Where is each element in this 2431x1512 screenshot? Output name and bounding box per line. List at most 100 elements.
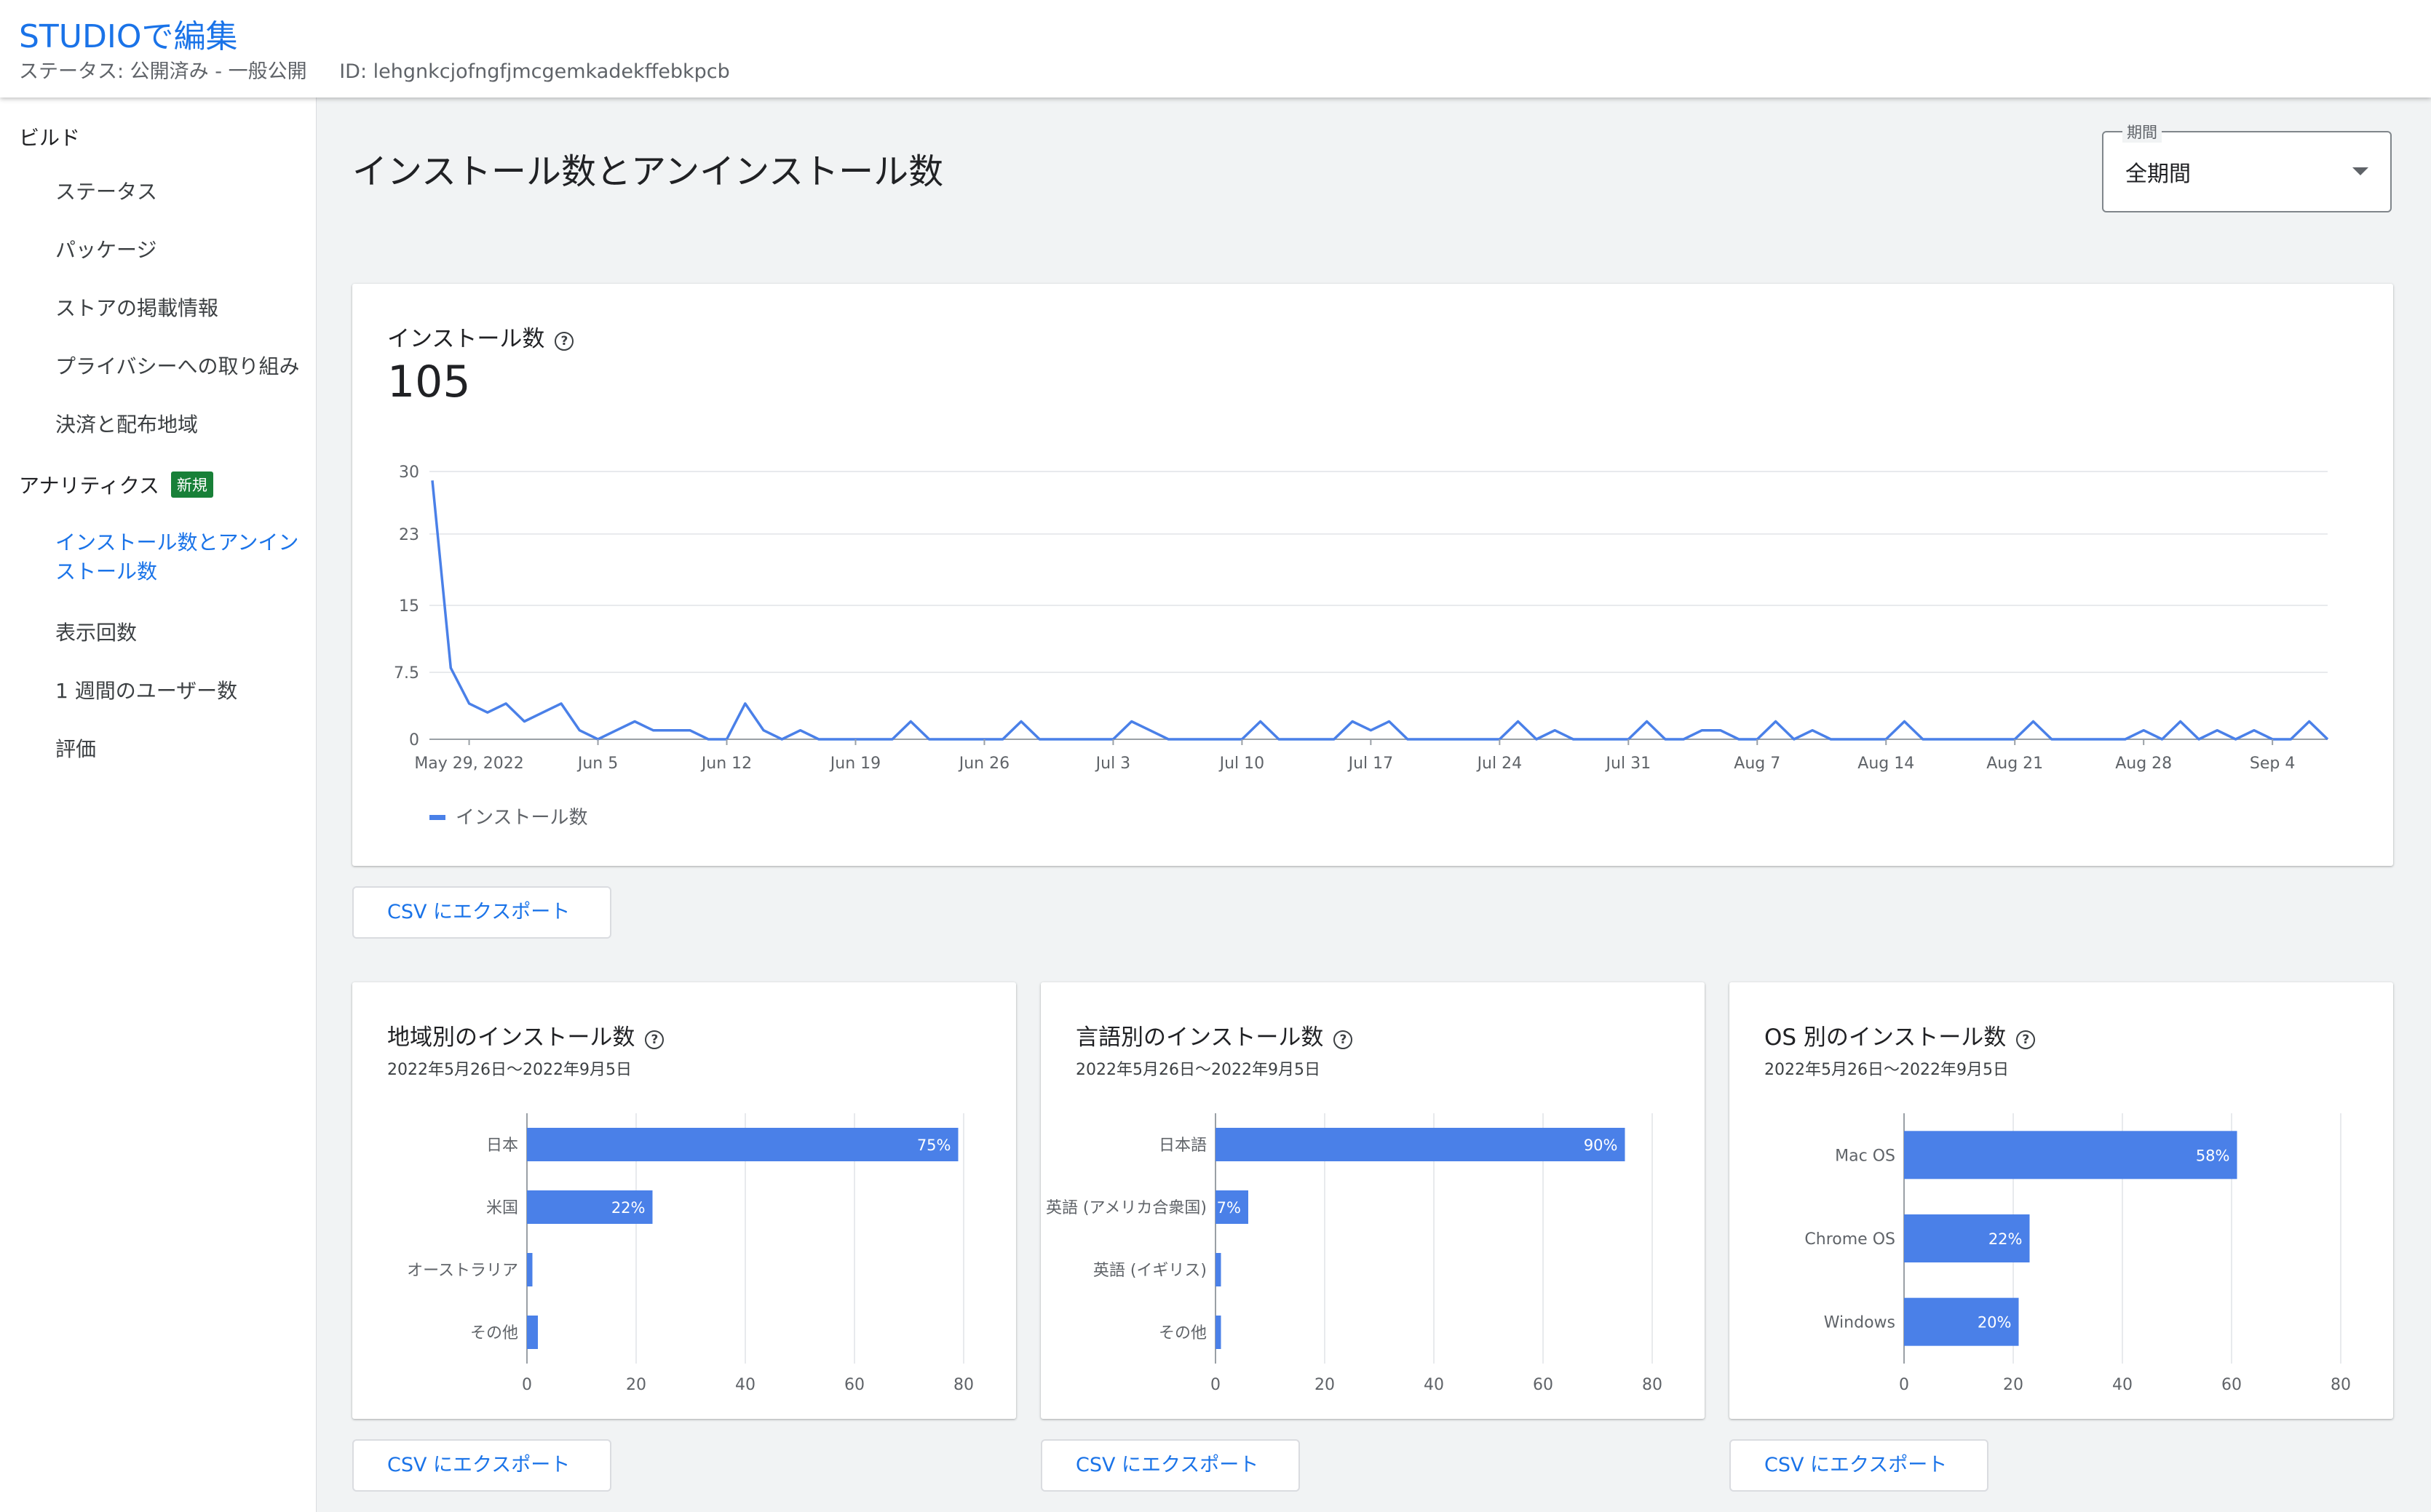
csv-export-button-installs[interactable]: CSV にエクスポート	[352, 886, 611, 939]
bar	[1216, 1128, 1625, 1161]
sidebar-section-analytics-label: アナリティクス	[19, 474, 159, 498]
category-label: その他	[470, 1324, 518, 1342]
sidebar-section-analytics: アナリティクス 新規	[19, 470, 213, 499]
sidebar-item-status[interactable]: ステータス	[55, 178, 157, 207]
bar	[1904, 1131, 2237, 1179]
x-tick-label: Jun 26	[958, 755, 1010, 773]
bar-value-label: 90%	[1584, 1137, 1618, 1154]
category-label: 英語 (アメリカ合衆国)	[1046, 1199, 1207, 1217]
x-tick-label: Jun 5	[576, 755, 618, 773]
x-tick-label: 60	[1533, 1376, 1553, 1394]
bar-value-label: 58%	[2196, 1147, 2230, 1164]
period-select-value: 全期間	[2125, 162, 2191, 187]
x-tick-label: Jul 10	[1218, 755, 1265, 773]
category-label: 日本語	[1159, 1137, 1207, 1155]
x-tick-label: 20	[2003, 1376, 2023, 1394]
sidebar-nav: ビルド ステータス パッケージ ストアの掲載情報 プライバシーへの取り組み 決済…	[0, 98, 317, 1512]
sidebar-item-package[interactable]: パッケージ	[55, 236, 156, 265]
bar	[527, 1128, 959, 1161]
y-tick-label: 7.5	[394, 664, 419, 683]
category-label: オーストラリア	[407, 1262, 518, 1280]
csv-export-button-os[interactable]: CSV にエクスポート	[1729, 1439, 1988, 1492]
os-installs-card: OS 別のインストール数? 2022年5月26日〜2022年9月5日 0 20 40…	[1729, 982, 2393, 1419]
x-tick-label: 20	[626, 1376, 646, 1394]
language-installs-card: 言語別のインストール数? 2022年5月26日〜2022年9月5日 0 20 40 6…	[1041, 982, 1705, 1419]
x-tick-label: 60	[2221, 1376, 2242, 1394]
x-tick-label: 0	[1210, 1376, 1221, 1394]
x-tick-label: 40	[735, 1376, 756, 1394]
category-label: 米国	[486, 1199, 518, 1217]
item-meta: ステータス: 公開済み - 一般公開 ID: lehgnkcjofngfjmcg…	[19, 55, 756, 84]
page-title: インストール数とアンインストール数	[352, 151, 944, 192]
os-bar-chart: 0 20 40 60 80 Mac OS 58% Chrome OS 22% Windows 20%	[1804, 1113, 2351, 1394]
x-tick-label: Aug 28	[2115, 755, 2172, 773]
x-tick-label: 0	[522, 1376, 532, 1394]
x-tick-label: Jul 17	[1347, 755, 1394, 773]
sidebar-item-privacy[interactable]: プライバシーへの取り組み	[55, 352, 299, 381]
csv-export-button-region[interactable]: CSV にエクスポート	[352, 1439, 611, 1492]
x-tick-label: Aug 14	[1857, 755, 1914, 773]
bar	[1216, 1253, 1221, 1286]
bar-value-label: 22%	[1988, 1230, 2023, 1248]
bar	[527, 1253, 533, 1286]
x-tick-label: Jul 31	[1605, 755, 1651, 773]
installs-series-line	[431, 480, 2329, 741]
sidebar-item-impressions[interactable]: 表示回数	[55, 618, 137, 648]
x-tick-label: Jul 24	[1476, 755, 1523, 773]
y-tick-label: 0	[409, 731, 419, 749]
app-title-link[interactable]: STUDIOで編集	[19, 10, 238, 57]
category-label: 日本	[486, 1137, 518, 1155]
dropdown-caret-icon	[2352, 167, 2368, 175]
sidebar-section-build: ビルド	[19, 126, 81, 150]
category-label: その他	[1159, 1324, 1207, 1342]
x-tick-label: 60	[844, 1376, 865, 1394]
sidebar-item-payments-distribution[interactable]: 決済と配布地域	[55, 410, 198, 439]
x-tick-label: May 29, 2022	[414, 755, 523, 773]
x-tick-label: Sep 4	[2250, 755, 2295, 773]
sidebar-item-installs-uninstalls[interactable]: インストール数とアンイン ストール数	[55, 528, 298, 586]
sidebar-item-installs-line1: インストール数とアンイン	[55, 530, 299, 554]
y-tick-label: 30	[399, 463, 419, 482]
category-label: Chrome OS	[1804, 1230, 1895, 1249]
bar-value-label: 22%	[611, 1199, 646, 1217]
x-tick-label: 20	[1314, 1376, 1335, 1394]
period-select[interactable]: 期間 全期間	[2102, 121, 2392, 212]
sidebar-item-weekly-users[interactable]: 1 週間のユーザー数	[55, 677, 237, 706]
x-tick-label: Jun 12	[700, 755, 752, 773]
item-id: ID: lehgnkcjofngfjmcgemkadekffebkpcb	[339, 60, 730, 83]
x-tick-label: Aug 21	[1986, 755, 2043, 773]
sidebar-item-ratings[interactable]: 評価	[55, 735, 96, 764]
category-label: Windows	[1824, 1314, 1895, 1332]
sidebar-item-store-listing[interactable]: ストアの掲載情報	[55, 294, 218, 323]
legend-label: インストール数	[456, 807, 587, 829]
installs-line-chart: 30 23 15 7.5 0 May 29, 2022 Jun 5 Jun 12 Jun 19 J…	[394, 463, 2329, 829]
x-tick-label: Aug 7	[1734, 755, 1780, 773]
x-tick-label: 80	[2331, 1376, 2351, 1394]
x-tick-label: 40	[2112, 1376, 2133, 1394]
x-tick-label: Jun 19	[829, 755, 881, 773]
bar-value-label: 7%	[1217, 1199, 1241, 1217]
region-bar-chart: 0 20 40 60 80 日本 75% 米国 22% オーストラリアその他	[407, 1113, 974, 1394]
period-select-label: 期間	[2122, 121, 2162, 143]
installs-card: インストール数? 105 30 23 15 7.5 0 May 29, 2022 Jun 5…	[352, 284, 2393, 866]
x-tick-label: 40	[1424, 1376, 1444, 1394]
x-tick-label: 80	[1642, 1376, 1662, 1394]
x-tick-label: Jul 3	[1095, 755, 1131, 773]
legend-swatch	[429, 815, 445, 820]
top-header: STUDIOで編集 ステータス: 公開済み - 一般公開 ID: lehgnkc…	[0, 0, 2431, 98]
y-tick-label: 15	[399, 597, 419, 616]
category-label: Mac OS	[1835, 1147, 1895, 1165]
sidebar-item-installs-line2: ストール数	[55, 560, 158, 584]
region-installs-card: 地域別のインストール数? 2022年5月26日〜2022年9月5日 0 20 40 6…	[352, 982, 1016, 1419]
publish-status: ステータス: 公開済み - 一般公開	[19, 60, 307, 83]
bar	[1216, 1316, 1221, 1349]
y-tick-label: 23	[399, 526, 419, 544]
category-label: 英語 (イギリス)	[1093, 1262, 1207, 1280]
x-tick-label: 80	[953, 1376, 974, 1394]
bar-value-label: 75%	[917, 1137, 951, 1154]
bar-value-label: 20%	[1978, 1314, 2012, 1332]
language-bar-chart: 0 20 40 60 80 日本語 90% 英語 (アメリカ合衆国) 7% 英語 (イギリス) その…	[1046, 1113, 1662, 1394]
bar	[527, 1316, 538, 1349]
new-badge: 新規	[170, 471, 213, 498]
csv-export-button-language[interactable]: CSV にエクスポート	[1041, 1439, 1300, 1492]
